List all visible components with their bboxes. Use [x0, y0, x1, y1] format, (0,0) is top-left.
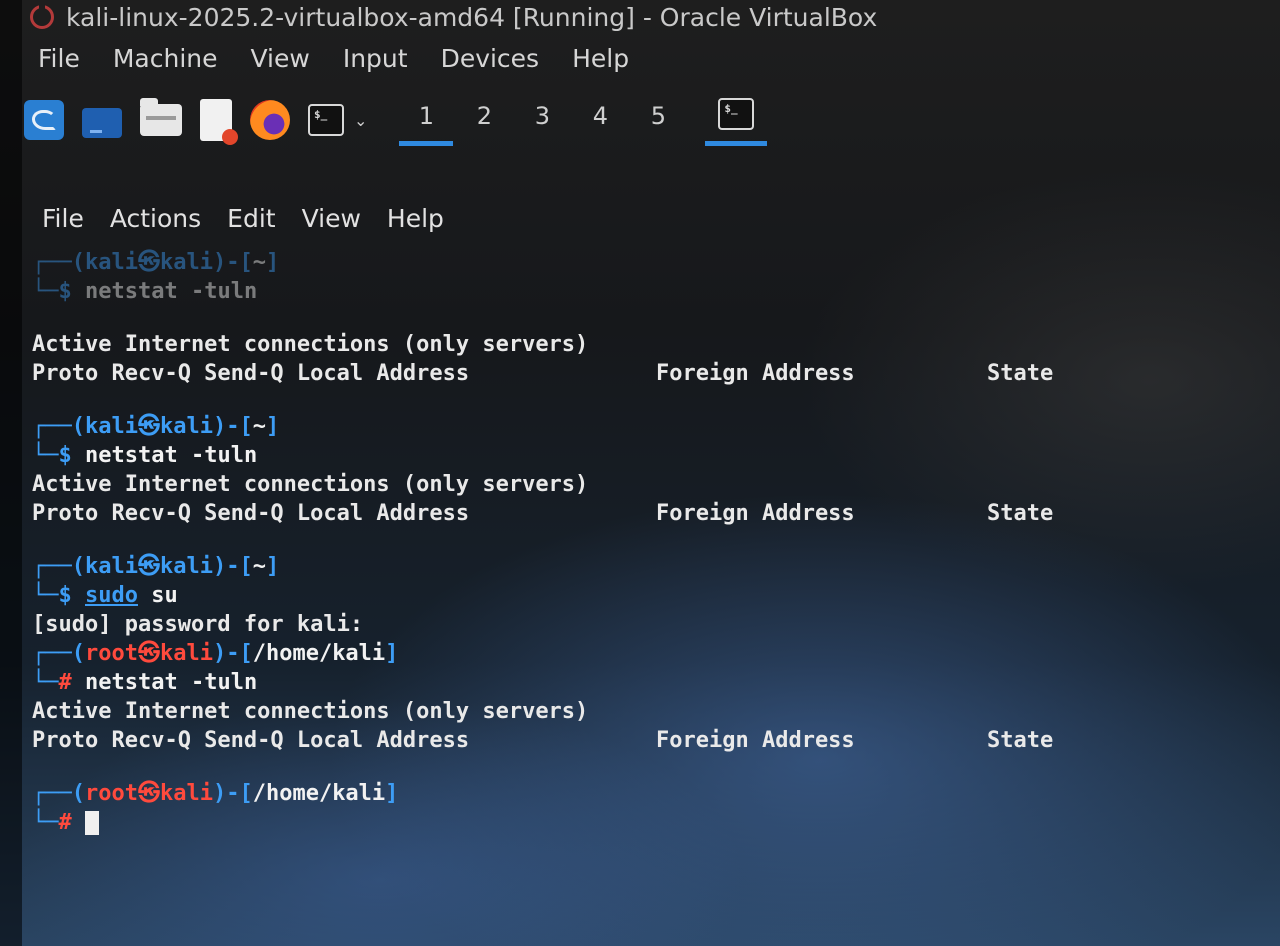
- sudo-password-line: [sudo] password for kali:: [32, 612, 364, 637]
- vbox-menu-file[interactable]: File: [38, 44, 80, 73]
- workspace-2[interactable]: 2: [455, 92, 513, 148]
- prompt-line: ┌──(kali㉿kali)-[~]: [32, 554, 280, 579]
- command-line: └─$ sudo su: [32, 583, 178, 608]
- kali-top-panel: ⌄ 1 2 3 4 5: [24, 92, 768, 148]
- workspace-5[interactable]: 5: [629, 92, 687, 148]
- vbox-menu-input[interactable]: Input: [343, 44, 408, 73]
- term-menu-actions[interactable]: Actions: [110, 204, 201, 233]
- output-line: Active Internet connections (only server…: [32, 332, 589, 357]
- root-prompt-line: ┌──(root㉿kali)-[/home/kali]: [32, 641, 399, 666]
- workspace-1[interactable]: 1: [397, 92, 455, 148]
- command-line: └─$ netstat -tuln: [32, 279, 258, 304]
- command-line: └─$ netstat -tuln: [32, 443, 258, 468]
- vbox-menu-devices[interactable]: Devices: [441, 44, 540, 73]
- root-command-line[interactable]: └─#: [32, 808, 588, 837]
- vbox-menu-view[interactable]: View: [251, 44, 310, 73]
- vbox-menu-help[interactable]: Help: [572, 44, 629, 73]
- root-command-line: └─# netstat -tuln: [32, 670, 258, 695]
- terminal-window-icon: [718, 98, 755, 130]
- taskbar-terminal-window[interactable]: [705, 92, 768, 148]
- firefox-icon[interactable]: [250, 100, 290, 140]
- vbox-window-title: kali-linux-2025.2-virtualbox-amd64 [Runn…: [66, 2, 878, 32]
- virtualbox-logo-icon: [30, 4, 54, 29]
- workspace-3[interactable]: 3: [513, 92, 571, 148]
- text-cursor: [85, 811, 99, 835]
- screen-bezel: [0, 0, 22, 946]
- show-desktop-icon[interactable]: [82, 108, 122, 138]
- vbox-title-bar: kali-linux-2025.2-virtualbox-amd64 [Runn…: [30, 0, 877, 34]
- workspace-4[interactable]: 4: [571, 92, 629, 148]
- output-header: Proto Recv-Q Send-Q Local Address Foreign…: [32, 361, 1054, 386]
- vbox-menu-machine[interactable]: Machine: [113, 44, 218, 73]
- kali-menu-icon[interactable]: [24, 100, 64, 140]
- chevron-down-icon[interactable]: ⌄: [354, 111, 367, 130]
- text-editor-icon[interactable]: [200, 99, 238, 145]
- prompt-line: ┌──(kali㉿kali)-[~]: [32, 414, 280, 439]
- output-line: Active Internet connections (only server…: [32, 699, 589, 724]
- terminal-output[interactable]: ┌──(kali㉿kali)-[~] └─$ netstat -tuln Act…: [32, 248, 1054, 837]
- terminal-menubar: File Actions Edit View Help: [42, 204, 444, 233]
- output-line: Active Internet connections (only server…: [32, 472, 589, 497]
- term-menu-file[interactable]: File: [42, 204, 84, 233]
- file-manager-icon[interactable]: [140, 98, 182, 136]
- root-prompt-line: ┌──(root㉿kali)-[/home/kali]: [32, 781, 399, 806]
- terminal-launcher-icon[interactable]: [308, 104, 344, 136]
- term-menu-help[interactable]: Help: [387, 204, 444, 233]
- term-menu-view[interactable]: View: [302, 204, 361, 233]
- output-header: Proto Recv-Q Send-Q Local Address Foreign…: [32, 501, 1054, 526]
- prompt-line: ┌──(kali㉿kali)-[~]: [32, 250, 280, 275]
- vbox-menubar: File Machine View Input Devices Help: [38, 44, 629, 73]
- term-menu-edit[interactable]: Edit: [227, 204, 275, 233]
- output-header: Proto Recv-Q Send-Q Local Address Foreign…: [32, 728, 1054, 753]
